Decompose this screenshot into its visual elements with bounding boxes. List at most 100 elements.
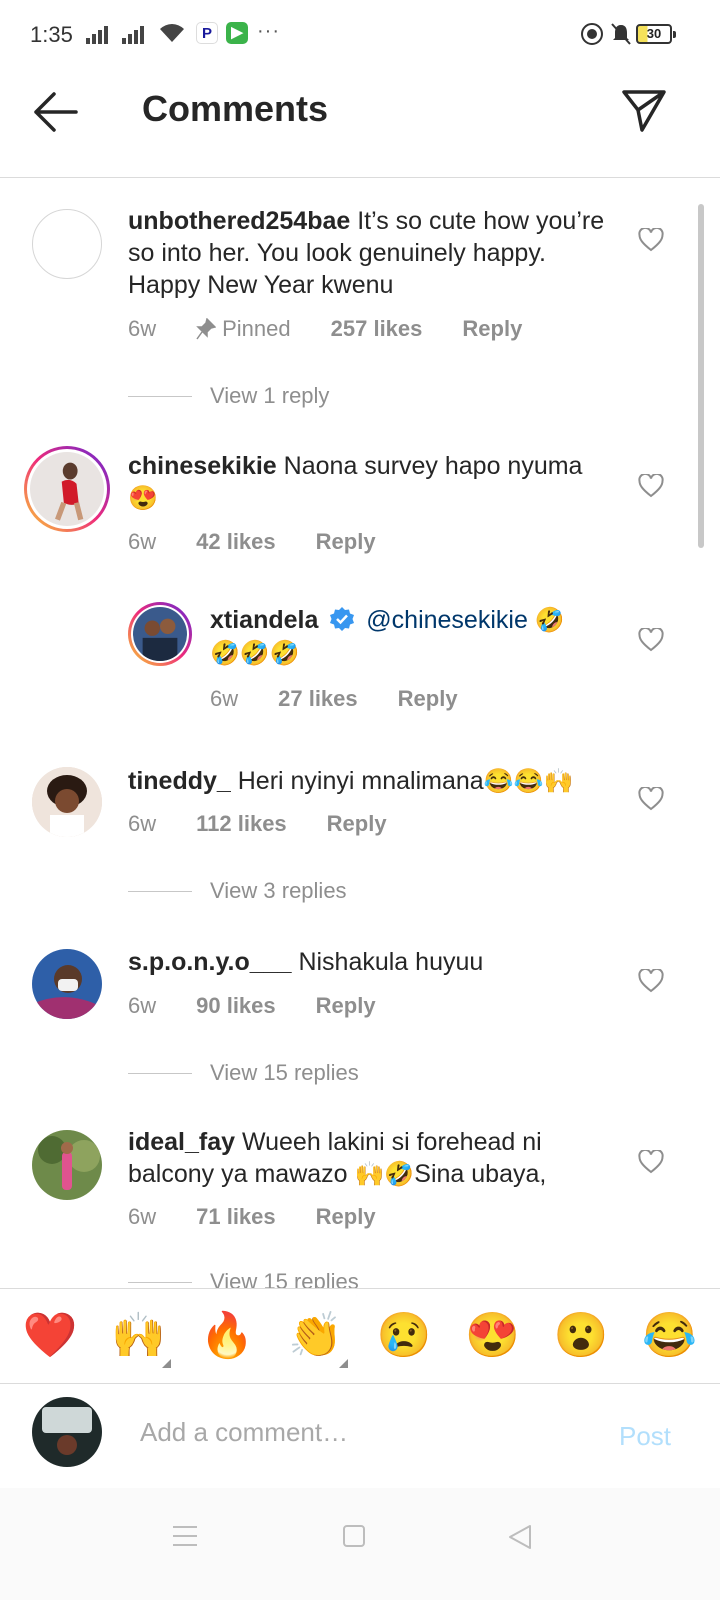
comment-age: 6w <box>128 529 157 554</box>
like-heart-icon[interactable] <box>638 969 664 993</box>
view-replies-label: View 15 replies <box>210 1269 359 1288</box>
comment-age: 6w <box>128 811 157 836</box>
mention-link[interactable]: @chinesekikie <box>366 606 528 634</box>
avatar[interactable] <box>32 209 102 279</box>
like-heart-icon[interactable] <box>638 628 664 652</box>
emoji-hands-rofl: 🙌🤣 <box>354 1161 415 1188</box>
reply-button[interactable]: Reply <box>327 811 387 837</box>
system-nav-bar <box>0 1488 720 1600</box>
emoji-rofl-row: 🤣🤣🤣 <box>210 640 300 667</box>
view-replies-button[interactable]: View 15 replies <box>128 1060 359 1086</box>
emoji-glyph: 👏 <box>288 1311 344 1360</box>
post-button[interactable]: Post <box>619 1421 671 1452</box>
comment-age: 6w <box>210 686 239 711</box>
emoji-heart-button[interactable]: ❤️ <box>10 1288 90 1384</box>
mute-icon <box>611 23 631 45</box>
emoji-glyph: 🙌 <box>111 1311 167 1360</box>
divider <box>128 1281 192 1283</box>
view-replies-button[interactable]: View 1 reply <box>128 383 329 409</box>
more-notifications-icon: ··· <box>257 20 280 42</box>
likes-count[interactable]: 71 likes <box>196 1204 276 1230</box>
emoji-raised-hands-button[interactable]: 🙌 <box>99 1288 179 1384</box>
like-heart-icon[interactable] <box>638 474 664 498</box>
comment-username[interactable]: tineddy_ <box>128 767 231 795</box>
comment-meta: 6w 90 likes Reply <box>128 993 376 1019</box>
view-replies-label: View 1 reply <box>210 383 330 408</box>
comment-meta: 6w 112 likes Reply <box>128 811 387 837</box>
comment-username[interactable]: chinesekikie <box>128 452 277 480</box>
view-replies-label: View 3 replies <box>210 878 347 903</box>
menu-icon[interactable] <box>172 1524 198 1548</box>
emoji-laugh-button[interactable]: 😂 <box>630 1288 710 1384</box>
comment-meta: 6w 71 likes Reply <box>128 1204 376 1230</box>
view-replies-label: View 15 replies <box>210 1060 359 1085</box>
home-icon[interactable] <box>342 1524 366 1548</box>
avatar-image <box>133 607 187 661</box>
comment-text: Nishakula huyuu <box>298 948 484 976</box>
avatar[interactable] <box>24 446 110 532</box>
comment-item: tineddy_ Heri nyinyi mnalimana😂😂🙌 6w 112… <box>0 763 720 903</box>
avatar[interactable] <box>32 1130 102 1200</box>
emoji-heart-eyes-button[interactable]: 😍 <box>453 1288 533 1384</box>
reply-button[interactable]: Reply <box>316 529 376 555</box>
comment-input[interactable] <box>140 1409 590 1455</box>
likes-count[interactable]: 42 likes <box>196 529 276 555</box>
emoji-clap-button[interactable]: 👏 <box>276 1288 356 1384</box>
avatar[interactable] <box>128 602 192 666</box>
emoji-surprised-button[interactable]: 😮 <box>541 1288 621 1384</box>
emoji-fire-button[interactable]: 🔥 <box>187 1288 267 1384</box>
likes-count[interactable]: 112 likes <box>196 811 287 837</box>
likes-count[interactable]: 90 likes <box>196 993 276 1019</box>
comment-username[interactable]: ideal_fay <box>128 1128 235 1156</box>
comment-username[interactable]: s.p.o.n.y.o___ <box>128 948 291 976</box>
signal-icon-2 <box>122 26 144 44</box>
comment-age: 6w <box>128 1204 157 1229</box>
battery-level: 30 <box>646 26 662 41</box>
pin-icon <box>196 318 217 340</box>
view-replies-button[interactable]: View 3 replies <box>128 878 347 904</box>
comment-meta: 6w 27 likes Reply <box>210 686 458 712</box>
reply-button[interactable]: Reply <box>462 316 522 342</box>
like-heart-icon[interactable] <box>638 228 664 252</box>
comment-text-3: Sina ubaya, <box>414 1160 547 1188</box>
like-heart-icon[interactable] <box>638 787 664 811</box>
comment-text-2: balcony ya mawazo <box>128 1160 355 1188</box>
back-arrow-icon[interactable] <box>30 90 82 134</box>
comment-meta: 6w Pinned 257 likes Reply <box>128 316 522 342</box>
comment-list[interactable]: unbothered254bae It’s so cute how you’re… <box>0 178 720 1288</box>
comment-text: Heri nyinyi mnalimana <box>237 767 484 795</box>
likes-count[interactable]: 27 likes <box>278 686 358 712</box>
battery-icon: 30 <box>636 24 676 44</box>
app-green-icon: ▶ <box>226 22 248 44</box>
avatar[interactable] <box>32 767 102 837</box>
comment-item: ideal_fay Wueeh lakini si forehead ni bal… <box>0 1126 720 1288</box>
reply-button[interactable]: Reply <box>316 1204 376 1230</box>
pinned-label: Pinned <box>222 316 291 341</box>
skin-tone-indicator <box>161 1359 171 1368</box>
reply-button[interactable]: Reply <box>398 686 458 712</box>
back-nav-icon[interactable] <box>508 1524 532 1550</box>
comment-item: unbothered254bae It’s so cute how you’re… <box>0 178 720 418</box>
comment-item: chinesekikie Naona survey hapo nyuma 😍 6… <box>0 444 720 574</box>
app-p-icon: P <box>196 22 218 44</box>
view-replies-button[interactable]: View 15 replies <box>128 1269 359 1288</box>
divider <box>128 890 192 892</box>
status-time: 1:35 <box>30 22 73 47</box>
comment-composer: Post <box>0 1385 720 1485</box>
comment-username[interactable]: unbothered254bae <box>128 207 350 235</box>
avatar[interactable] <box>32 949 102 1019</box>
comment-age: 6w <box>128 316 157 341</box>
pinned-indicator: Pinned <box>196 316 291 342</box>
emoji-quick-bar: ❤️ 🙌 🔥 👏 😢 😍 😮 😂 <box>0 1288 720 1384</box>
reply-button[interactable]: Reply <box>316 993 376 1019</box>
avatar-image <box>30 452 104 526</box>
comment-meta: 6w 42 likes Reply <box>128 529 376 555</box>
verified-badge-icon <box>330 607 355 631</box>
likes-count[interactable]: 257 likes <box>331 316 423 342</box>
emoji-laugh-row: 😂😂🙌 <box>483 768 574 795</box>
like-heart-icon[interactable] <box>638 1150 664 1174</box>
share-send-icon[interactable] <box>620 86 668 134</box>
emoji-crying-button[interactable]: 😢 <box>364 1288 444 1384</box>
record-icon <box>581 23 603 45</box>
comment-username[interactable]: xtiandela <box>210 606 318 634</box>
